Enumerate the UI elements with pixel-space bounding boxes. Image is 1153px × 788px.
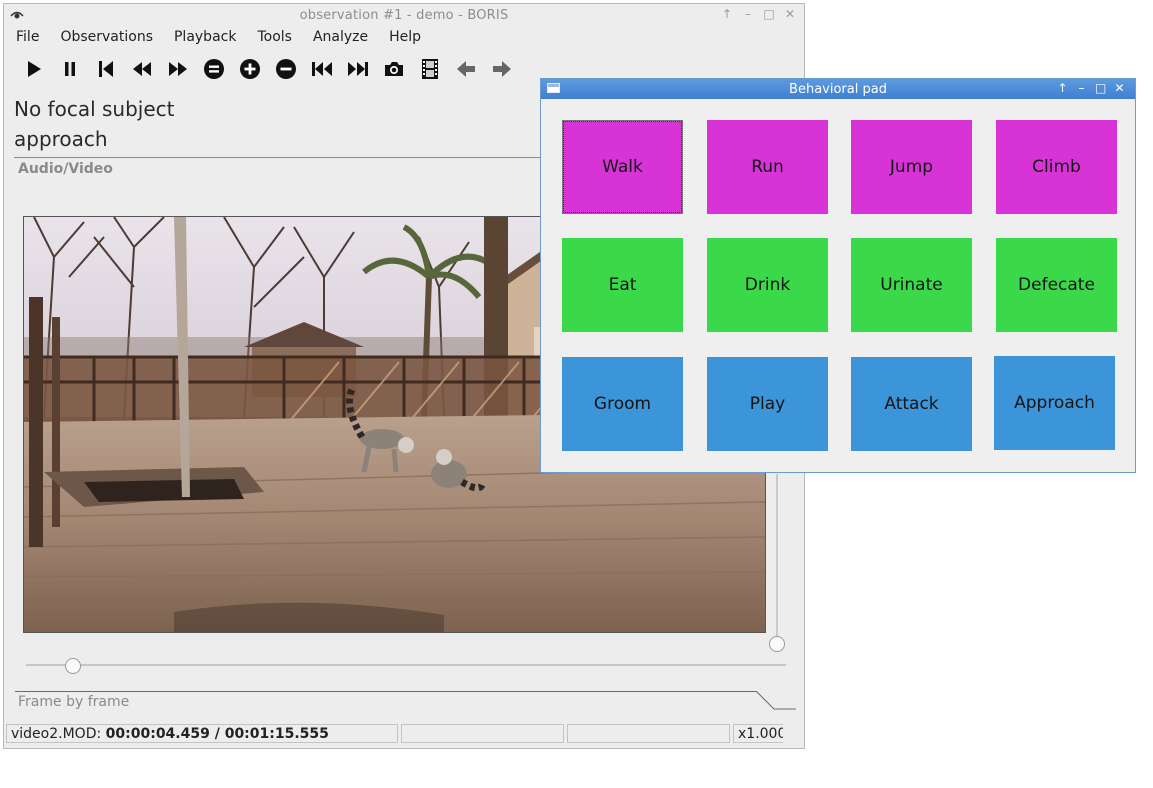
speed-up-button[interactable] — [232, 55, 268, 83]
video-position-slider[interactable] — [26, 664, 786, 666]
minimize-icon[interactable]: – — [742, 7, 754, 21]
pad-titlebar[interactable]: Behavioral pad ↑ – □ ✕ — [541, 79, 1135, 99]
menu-help[interactable]: Help — [377, 26, 430, 50]
behavior-button-jump[interactable]: Jump — [851, 120, 972, 214]
play-button[interactable] — [16, 55, 52, 83]
audio-video-label: Audio/Video — [18, 161, 113, 177]
arrow-right-icon — [493, 61, 511, 77]
jump-backward-icon — [312, 62, 332, 76]
behavior-button-play[interactable]: Play — [707, 357, 828, 451]
dock-corner — [756, 691, 796, 710]
frame-by-frame-button[interactable] — [412, 55, 448, 83]
speed-up-icon — [240, 59, 260, 79]
close-icon[interactable]: ✕ — [784, 7, 796, 21]
status-field-3 — [567, 724, 730, 743]
status-time: video2.MOD: 00:00:04.459 / 00:01:15.555 — [6, 724, 398, 743]
behavior-button-climb[interactable]: Climb — [996, 120, 1117, 214]
slow-down-icon — [276, 59, 296, 79]
status-field-2 — [401, 724, 564, 743]
main-titlebar[interactable]: observation #1 - demo - BORIS ↑ – □ ✕ — [4, 4, 804, 26]
maximize-icon[interactable]: □ — [763, 7, 775, 21]
behavior-button-defecate[interactable]: Defecate — [996, 238, 1117, 332]
menu-file[interactable]: File — [4, 26, 48, 50]
video-position-handle[interactable] — [65, 658, 81, 674]
volume-slider-track[interactable] — [776, 474, 778, 644]
close-icon[interactable]: ✕ — [1114, 81, 1125, 95]
dock-separator — [15, 691, 757, 692]
behavior-button-approach[interactable]: Approach — [994, 356, 1115, 450]
current-behavior-label: approach — [14, 127, 108, 151]
reset-speed-button[interactable] — [196, 55, 232, 83]
status-speed: x1.000 — [733, 724, 783, 743]
reset-speed-icon — [204, 59, 224, 79]
behavior-button-run[interactable]: Run — [707, 120, 828, 214]
menubar: File Observations Playback Tools Analyze… — [4, 26, 804, 50]
maximize-icon[interactable]: □ — [1095, 81, 1106, 95]
jump-backward-button[interactable] — [304, 55, 340, 83]
status-bar: video2.MOD: 00:00:04.459 / 00:01:15.555 … — [6, 724, 802, 744]
slow-down-button[interactable] — [268, 55, 304, 83]
separator — [14, 157, 554, 158]
fast-forward-button[interactable] — [160, 55, 196, 83]
menu-observations[interactable]: Observations — [48, 26, 162, 50]
jump-forward-button[interactable] — [340, 55, 376, 83]
menu-playback[interactable]: Playback — [162, 26, 245, 50]
previous-media-icon — [99, 61, 113, 77]
frame-by-frame-label: Frame by frame — [18, 694, 130, 710]
menu-tools[interactable]: Tools — [245, 26, 301, 50]
rewind-icon — [133, 62, 151, 76]
volume-slider-handle[interactable] — [769, 636, 785, 652]
behavior-button-urinate[interactable]: Urinate — [851, 238, 972, 332]
previous-frame-button[interactable] — [448, 55, 484, 83]
status-file: video2.MOD: — [11, 726, 106, 742]
play-icon — [28, 61, 41, 77]
next-frame-button[interactable] — [484, 55, 520, 83]
arrow-left-icon — [457, 61, 475, 77]
shade-icon[interactable]: ↑ — [1057, 81, 1068, 95]
behavior-button-attack[interactable]: Attack — [851, 357, 972, 451]
status-timecode: 00:00:04.459 / 00:01:15.555 — [105, 726, 329, 742]
behavior-button-groom[interactable]: Groom — [562, 357, 683, 451]
fast-forward-icon — [169, 62, 187, 76]
camera-icon — [385, 62, 403, 76]
minimize-icon[interactable]: – — [1076, 81, 1087, 95]
behavior-button-walk[interactable]: Walk — [562, 120, 683, 214]
focal-subject-label: No focal subject — [14, 97, 175, 121]
behavior-button-eat[interactable]: Eat — [562, 238, 683, 332]
menu-analyze[interactable]: Analyze — [301, 26, 377, 50]
film-icon — [422, 59, 438, 79]
pause-icon — [65, 62, 75, 76]
behavior-button-drink[interactable]: Drink — [707, 238, 828, 332]
rewind-button[interactable] — [124, 55, 160, 83]
snapshot-button[interactable] — [376, 55, 412, 83]
jump-forward-icon — [348, 62, 368, 76]
previous-media-button[interactable] — [88, 55, 124, 83]
pad-title: Behavioral pad — [789, 82, 887, 97]
window-title: observation #1 - demo - BORIS — [299, 8, 509, 23]
shade-icon[interactable]: ↑ — [721, 7, 733, 21]
pause-button[interactable] — [52, 55, 88, 83]
toolbar — [16, 54, 520, 84]
behavioral-pad-window: Behavioral pad ↑ – □ ✕ Walk Run Jump Cli… — [540, 78, 1136, 473]
